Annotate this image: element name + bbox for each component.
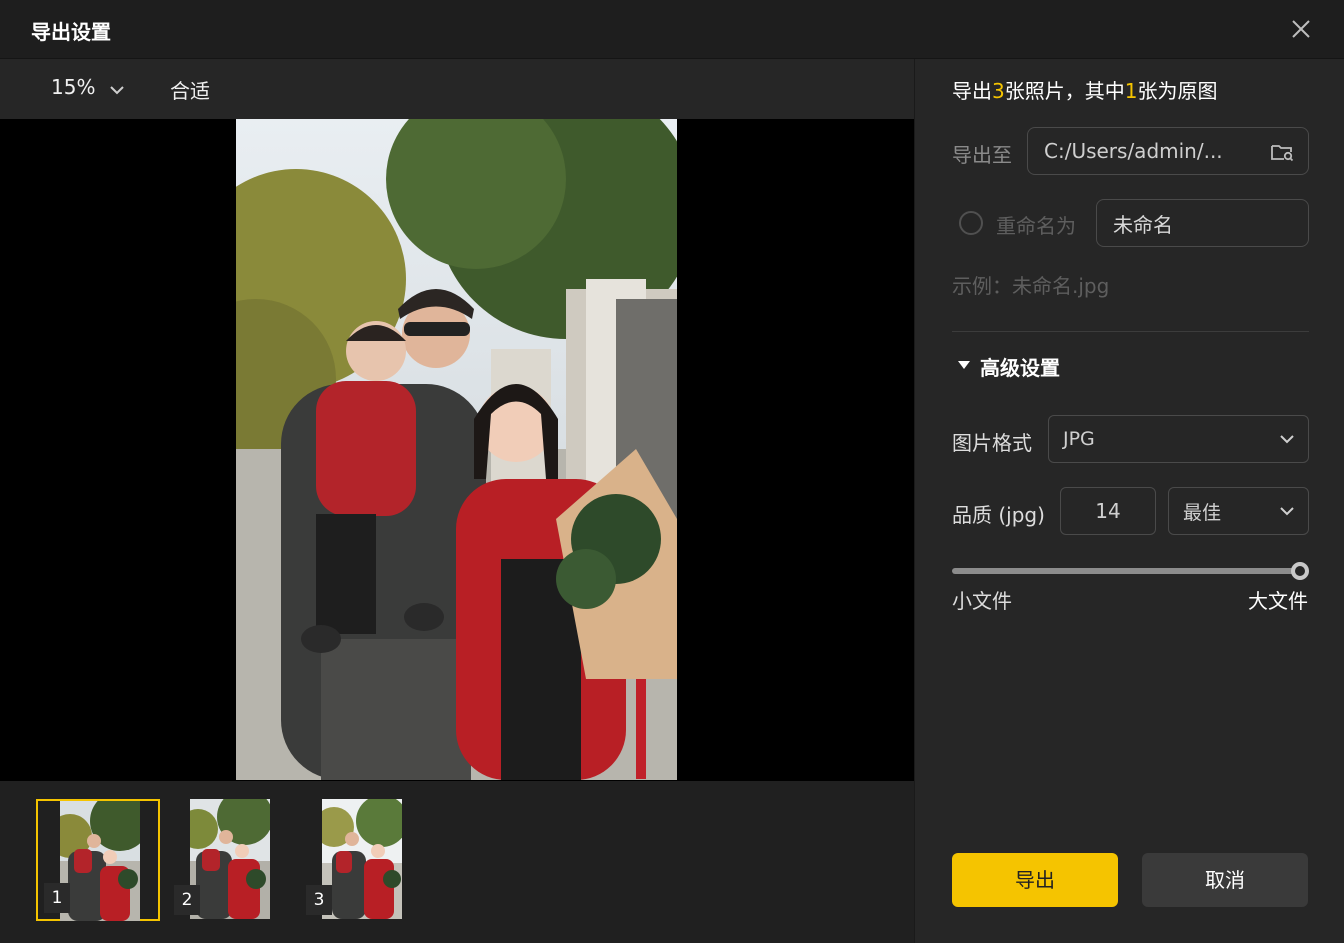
title-bar: 导出设置	[0, 0, 1344, 59]
cancel-button[interactable]: 取消	[1142, 853, 1308, 907]
close-button[interactable]	[1289, 17, 1313, 41]
format-label: 图片格式	[952, 431, 1032, 455]
zoom-dropdown[interactable]: 15%	[51, 75, 95, 99]
quality-preset-select[interactable]: 最佳	[1168, 487, 1309, 535]
thumbnail-number: 2	[174, 885, 200, 915]
export-to-label: 导出至	[952, 143, 1012, 167]
close-icon[interactable]	[1289, 17, 1313, 41]
preview-toolbar: 15% 合适	[0, 59, 914, 119]
format-select[interactable]: JPG	[1048, 415, 1309, 463]
export-button[interactable]: 导出	[952, 853, 1118, 907]
rename-input[interactable]: 未命名	[1096, 199, 1309, 247]
total-count: 3	[992, 79, 1005, 103]
export-path-text: C:/Users/admin/...	[1044, 139, 1223, 163]
image-viewer	[0, 119, 914, 781]
export-summary: 导出3张照片，其中1张为原图	[952, 79, 1218, 103]
preview-pane: 15% 合适 1 2 3	[0, 59, 914, 943]
section-divider	[952, 331, 1309, 332]
thumbnail-number: 1	[44, 883, 70, 913]
export-path-field[interactable]: C:/Users/admin/...	[1027, 127, 1309, 175]
thumbnail-1[interactable]: 1	[36, 799, 160, 921]
advanced-settings-toggle[interactable]: 高级设置	[980, 352, 1060, 381]
quality-label: 品质 (jpg)	[952, 503, 1045, 527]
caret-down-icon[interactable]	[957, 359, 971, 371]
chevron-down-icon[interactable]	[1278, 502, 1296, 520]
rename-radio[interactable]	[959, 211, 983, 235]
quality-preset-value: 最佳	[1183, 501, 1222, 524]
rename-label: 重命名为	[996, 214, 1076, 238]
chevron-down-icon[interactable]	[1278, 430, 1296, 448]
thumbnail-3[interactable]: 3	[300, 799, 424, 921]
quality-slider-track[interactable]	[952, 568, 1302, 574]
thumbnail-image	[322, 799, 402, 919]
small-file-label: 小文件	[952, 589, 1012, 613]
quality-slider-handle[interactable]	[1291, 562, 1309, 580]
photo-preview	[236, 119, 677, 780]
large-file-label: 大文件	[1248, 589, 1308, 613]
original-count: 1	[1124, 79, 1138, 103]
thumbnail-image	[190, 799, 270, 919]
thumbnail-image	[60, 801, 140, 921]
format-value: JPG	[1063, 428, 1095, 450]
rename-example: 示例：未命名.jpg	[952, 274, 1110, 298]
fit-button[interactable]: 合适	[170, 75, 210, 104]
settings-panel: 导出3张照片，其中1张为原图 导出至 C:/Users/admin/... 重命…	[914, 59, 1344, 943]
thumbnail-strip: 1 2 3	[0, 781, 914, 943]
folder-search-icon[interactable]	[1270, 140, 1294, 164]
quality-input[interactable]: 14	[1060, 487, 1156, 535]
thumbnail-2[interactable]: 2	[168, 799, 292, 921]
chevron-down-icon[interactable]	[108, 81, 126, 99]
window-title: 导出设置	[31, 20, 111, 44]
thumbnail-number: 3	[306, 885, 332, 915]
